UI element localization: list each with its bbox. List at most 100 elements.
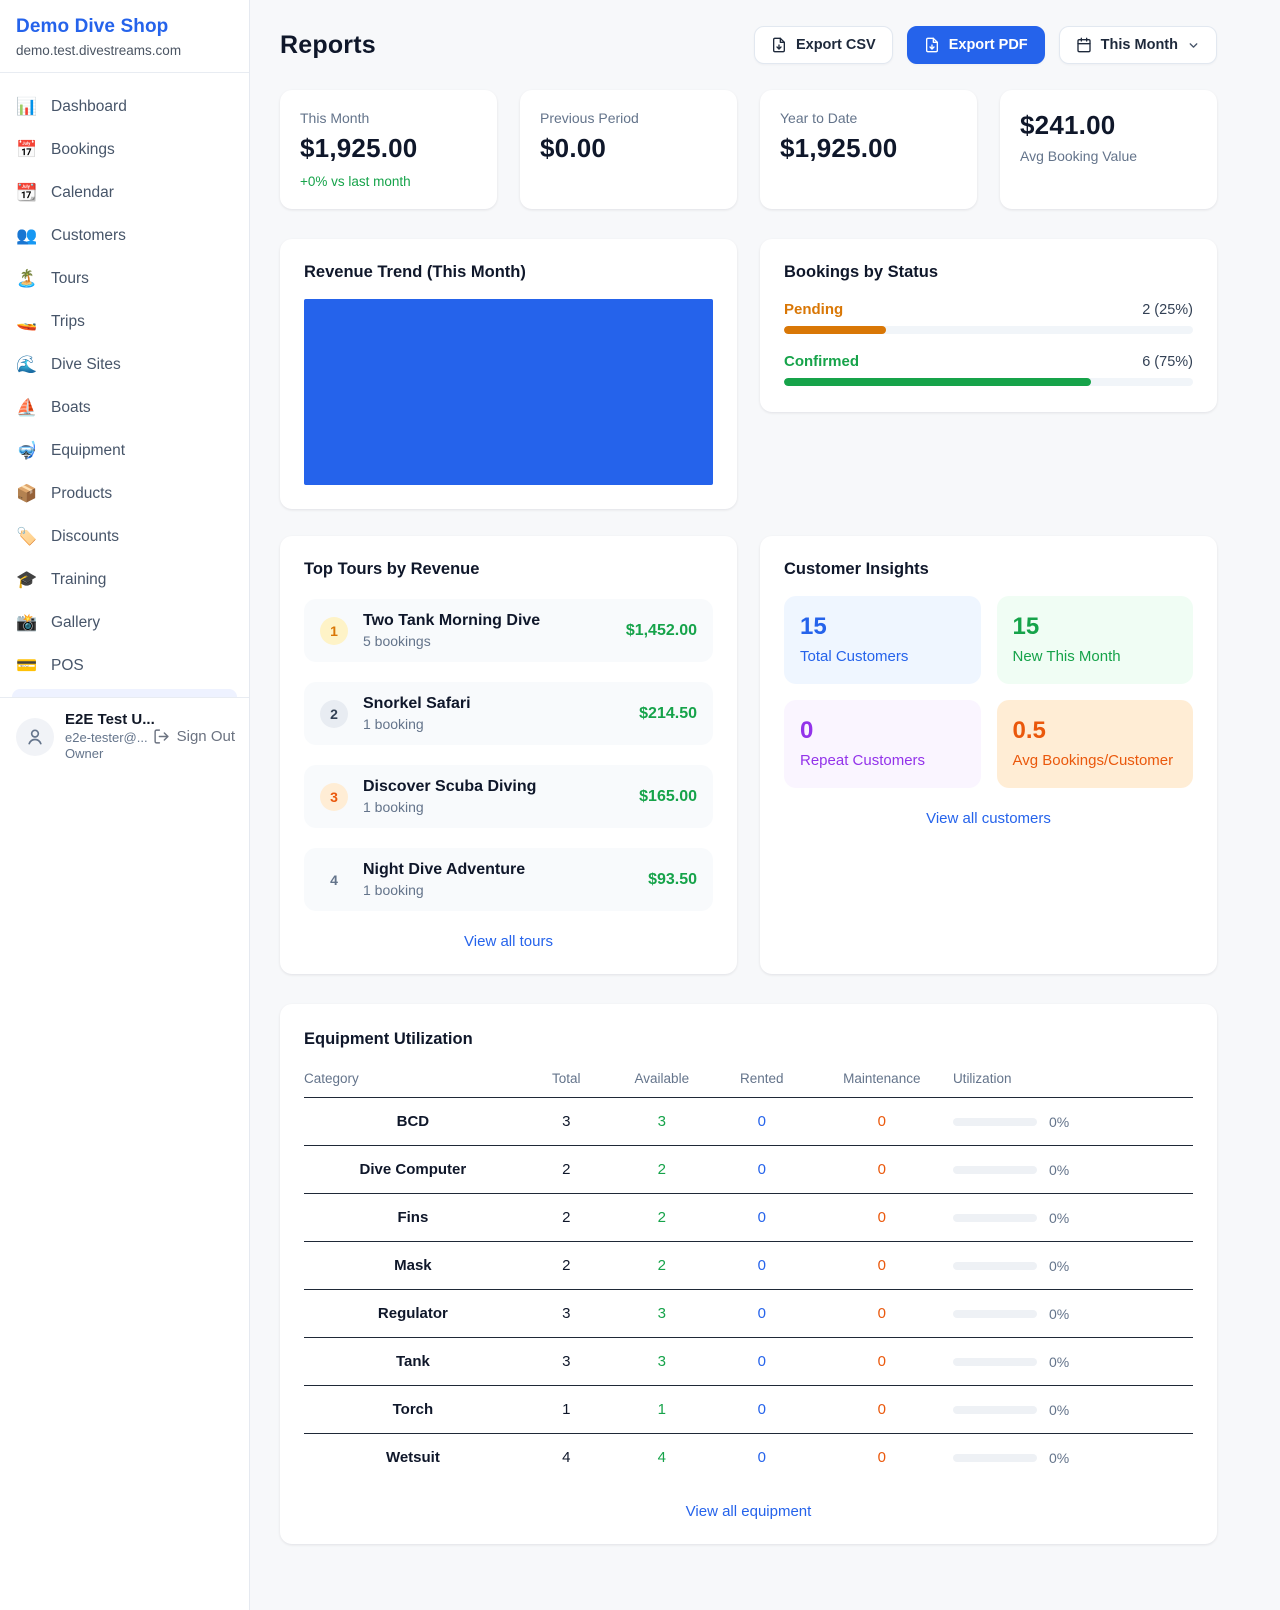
credit-card-icon: 💳 (16, 656, 38, 676)
equipment-table: Category Total Available Rented Maintena… (304, 1063, 1193, 1481)
customers-icon: 👥 (16, 226, 38, 246)
stat-card-previous-period: Previous Period $0.00 (520, 90, 737, 209)
sign-out-icon (153, 728, 170, 745)
bookings-by-status-title: Bookings by Status (784, 263, 1193, 282)
tour-row[interactable]: 4 Night Dive Adventure 1 booking $93.50 (304, 848, 713, 911)
shop-name: Demo Dive Shop (16, 16, 233, 38)
sidebar-item-equipment[interactable]: 🤿 Equipment (0, 429, 249, 472)
sidebar-item-calendar[interactable]: 📆 Calendar (0, 171, 249, 214)
utilization-bar (953, 1454, 1037, 1462)
insights-row: Top Tours by Revenue 1 Two Tank Morning … (280, 536, 1217, 974)
stat-card-year-to-date: Year to Date $1,925.00 (760, 90, 977, 209)
rank-badge: 1 (320, 617, 348, 645)
insight-repeat-customers: 0 Repeat Customers (784, 700, 981, 788)
table-row: Mask 2 2 0 0 0% (304, 1242, 1193, 1290)
stat-card-avg-booking-value: $241.00 Avg Booking Value (1000, 90, 1217, 209)
utilization-bar (953, 1406, 1037, 1414)
revenue-trend-title: Revenue Trend (This Month) (304, 263, 713, 282)
insight-avg-bookings-per-customer: 0.5 Avg Bookings/Customer (997, 700, 1194, 788)
sidebar-header: Demo Dive Shop demo.test.divestreams.com (0, 0, 249, 73)
sidebar-item-dive-sites[interactable]: 🌊 Dive Sites (0, 343, 249, 386)
user-avatar-icon (16, 718, 54, 756)
tour-row[interactable]: 3 Discover Scuba Diving 1 booking $165.0… (304, 765, 713, 828)
page-title: Reports (280, 31, 376, 60)
equipment-utilization-card: Equipment Utilization Category Total Ava… (280, 1004, 1217, 1544)
table-row: BCD 3 3 0 0 0% (304, 1098, 1193, 1146)
tour-revenue: $214.50 (639, 705, 697, 723)
sidebar-item-customers[interactable]: 👥 Customers (0, 214, 249, 257)
sidebar-nav: 📊 Dashboard 📅 Bookings 📆 Calendar 👥 Cust… (0, 73, 249, 687)
insight-total-customers: 15 Total Customers (784, 596, 981, 684)
revenue-trend-bar (304, 299, 713, 485)
island-icon: 🏝️ (16, 269, 38, 289)
page-header: Reports Export CSV (280, 26, 1217, 64)
status-row-confirmed: Confirmed 6 (75%) (784, 353, 1193, 386)
confirmed-progress-bar (784, 378, 1193, 386)
table-row: Dive Computer 2 2 0 0 0% (304, 1146, 1193, 1194)
table-row: Fins 2 2 0 0 0% (304, 1194, 1193, 1242)
insight-new-this-month: 15 New This Month (997, 596, 1194, 684)
header-actions: Export CSV Export PDF (754, 26, 1217, 64)
bookings-calendar-icon: 📅 (16, 140, 38, 160)
file-download-icon (771, 37, 787, 53)
dashboard-icon: 📊 (16, 97, 38, 117)
sidebar-item-tours[interactable]: 🏝️ Tours (0, 257, 249, 300)
top-tours-title: Top Tours by Revenue (304, 560, 713, 579)
sidebar-item-dashboard[interactable]: 📊 Dashboard (0, 85, 249, 128)
table-row: Wetsuit 4 4 0 0 0% (304, 1434, 1193, 1482)
view-all-customers-link[interactable]: View all customers (784, 810, 1193, 827)
table-row: Torch 1 1 0 0 0% (304, 1386, 1193, 1434)
sidebar-item-products[interactable]: 📦 Products (0, 472, 249, 515)
customer-insights-title: Customer Insights (784, 560, 1193, 579)
customer-insights-card: Customer Insights 15 Total Customers 15 … (760, 536, 1217, 974)
reports-page: Demo Dive Shop demo.test.divestreams.com… (0, 0, 1280, 1610)
view-all-tours-link[interactable]: View all tours (304, 933, 713, 950)
stat-delta: +0% vs last month (300, 174, 477, 189)
export-csv-button[interactable]: Export CSV (754, 26, 893, 64)
tour-row[interactable]: 1 Two Tank Morning Dive 5 bookings $1,45… (304, 599, 713, 662)
stat-card-this-month: This Month $1,925.00 +0% vs last month (280, 90, 497, 209)
sidebar-item-pos[interactable]: 💳 POS (0, 644, 249, 687)
chevron-down-icon (1187, 39, 1200, 52)
tour-row[interactable]: 2 Snorkel Safari 1 booking $214.50 (304, 682, 713, 745)
sidebar-item-boats[interactable]: ⛵ Boats (0, 386, 249, 429)
status-row-pending: Pending 2 (25%) (784, 301, 1193, 334)
utilization-bar (953, 1166, 1037, 1174)
graduation-cap-icon: 🎓 (16, 570, 38, 590)
main-content: Reports Export CSV (250, 0, 1280, 1544)
sign-out-button[interactable]: Sign Out (153, 728, 235, 745)
utilization-bar (953, 1214, 1037, 1222)
view-all-equipment-link[interactable]: View all equipment (304, 1503, 1193, 1520)
rank-badge: 4 (320, 866, 348, 894)
rank-badge: 2 (320, 700, 348, 728)
sidebar-item-trips[interactable]: 🚤 Trips (0, 300, 249, 343)
export-pdf-button[interactable]: Export PDF (907, 26, 1045, 64)
calendar-icon: 📆 (16, 183, 38, 203)
top-tours-card: Top Tours by Revenue 1 Two Tank Morning … (280, 536, 737, 974)
package-icon: 📦 (16, 484, 38, 504)
sidebar-item-discounts[interactable]: 🏷️ Discounts (0, 515, 249, 558)
speedboat-icon: 🚤 (16, 312, 38, 332)
tour-revenue: $93.50 (648, 871, 697, 889)
utilization-bar (953, 1118, 1037, 1126)
user-role: Owner (65, 746, 142, 763)
shop-domain: demo.test.divestreams.com (16, 43, 233, 58)
sidebar-item-gallery[interactable]: 📸 Gallery (0, 601, 249, 644)
diving-mask-icon: 🤿 (16, 441, 38, 461)
equipment-utilization-title: Equipment Utilization (304, 1030, 1193, 1049)
period-dropdown[interactable]: This Month (1059, 26, 1217, 64)
sidebar-item-training[interactable]: 🎓 Training (0, 558, 249, 601)
tag-icon: 🏷️ (16, 527, 38, 547)
utilization-bar (953, 1310, 1037, 1318)
sidebar-item-reports-active-partial[interactable] (12, 689, 237, 697)
sidebar-item-bookings[interactable]: 📅 Bookings (0, 128, 249, 171)
tour-revenue: $1,452.00 (626, 622, 697, 640)
table-row: Tank 3 3 0 0 0% (304, 1338, 1193, 1386)
utilization-bar (953, 1262, 1037, 1270)
file-download-icon (924, 37, 940, 53)
wave-icon: 🌊 (16, 355, 38, 375)
utilization-bar (953, 1358, 1037, 1366)
user-info: E2E Test U... e2e-tester@... Owner (65, 710, 142, 763)
table-header-row: Category Total Available Rented Maintena… (304, 1063, 1193, 1098)
calendar-icon (1076, 37, 1092, 53)
